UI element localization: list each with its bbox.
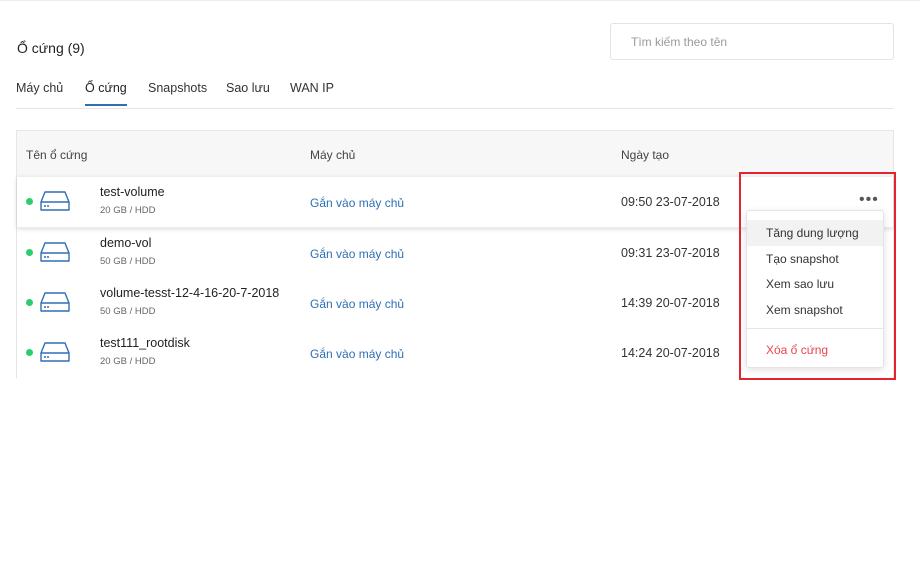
volume-size: 50 GB / HDD (100, 256, 156, 267)
volume-name: test111_rootdisk (100, 336, 190, 350)
table-header: Tên ổ cứng Máy chủ Ngày tạo (17, 131, 893, 178)
status-dot (26, 249, 33, 256)
tab-volumes-label: Ổ cứng (85, 81, 127, 95)
created-date: 09:31 23-07-2018 (621, 246, 720, 260)
hard-disk-icon (40, 191, 70, 211)
column-header-date: Ngày tạo (621, 148, 670, 162)
hard-disk-icon (40, 342, 70, 362)
search-input[interactable] (610, 23, 894, 60)
attach-server-link[interactable]: Gắn vào máy chủ (310, 196, 404, 210)
menu-divider (747, 328, 883, 329)
volume-size: 20 GB / HDD (100, 205, 156, 216)
hard-disk-icon (40, 292, 70, 312)
more-horizontal-icon[interactable]: ••• (859, 191, 879, 209)
tab-backups[interactable]: Sao lưu (226, 81, 270, 95)
top-divider (0, 0, 920, 1)
tab-servers[interactable]: Máy chủ (16, 81, 63, 95)
volume-size: 50 GB / HDD (100, 306, 156, 317)
hard-disk-icon (40, 242, 70, 262)
volume-name: demo-vol (100, 236, 152, 250)
volume-actions-menu: Tăng dung lượng Tạo snapshot Xem sao lưu… (746, 210, 884, 368)
column-header-name: Tên ổ cứng (26, 148, 88, 162)
menu-item-view-snapshots[interactable]: Xem snapshot (747, 297, 883, 323)
menu-item-create-snapshot[interactable]: Tạo snapshot (747, 246, 883, 272)
menu-item-delete-volume[interactable]: Xóa ổ cứng (747, 337, 883, 363)
created-date: 09:50 23-07-2018 (621, 195, 720, 209)
volume-size: 20 GB / HDD (100, 356, 156, 367)
status-dot (26, 299, 33, 306)
created-date: 14:39 20-07-2018 (621, 296, 720, 310)
attach-server-link[interactable]: Gắn vào máy chủ (310, 247, 404, 261)
tab-volumes[interactable]: Ổ cứng (85, 81, 127, 106)
volume-name: test-volume (100, 185, 165, 199)
created-date: 14:24 20-07-2018 (621, 346, 720, 360)
status-dot (26, 198, 33, 205)
tab-snapshots[interactable]: Snapshots (148, 81, 207, 95)
volume-name: volume-tesst-12-4-16-20-7-2018 (100, 286, 280, 300)
active-tab-indicator (85, 104, 127, 106)
tab-bar: Máy chủ Ổ cứng Snapshots Sao lưu WAN IP (16, 81, 894, 109)
tab-wan-ip[interactable]: WAN IP (290, 81, 334, 95)
column-header-server: Máy chủ (310, 148, 356, 162)
page-title: Ổ cứng (9) (17, 40, 85, 56)
attach-server-link[interactable]: Gắn vào máy chủ (310, 347, 404, 361)
status-dot (26, 349, 33, 356)
attach-server-link[interactable]: Gắn vào máy chủ (310, 297, 404, 311)
menu-item-increase-capacity[interactable]: Tăng dung lượng (747, 220, 883, 246)
menu-item-view-backups[interactable]: Xem sao lưu (747, 271, 883, 297)
